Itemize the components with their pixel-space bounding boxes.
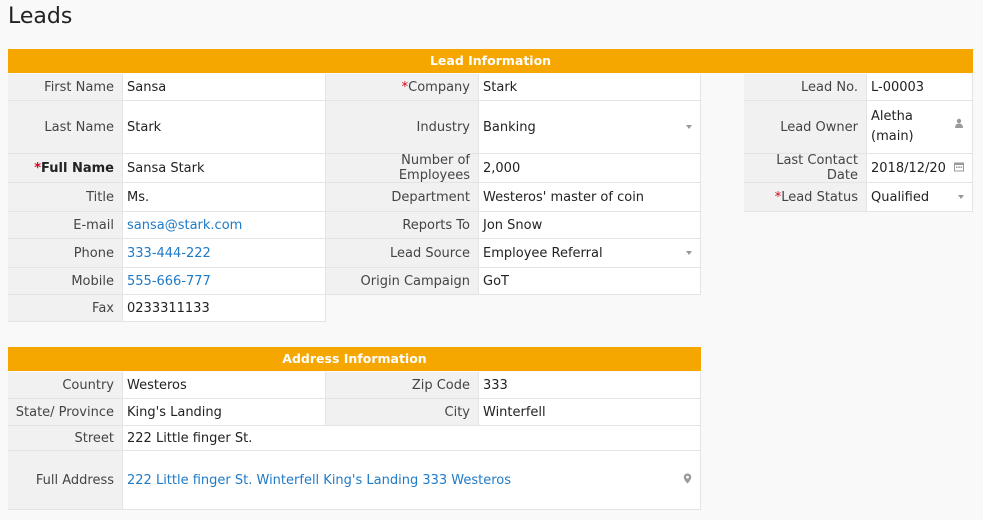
map-pin-icon[interactable]: [683, 473, 692, 487]
full-name-value[interactable]: Sansa Stark: [123, 154, 326, 182]
field-label: Lead No.: [744, 74, 867, 100]
field-label: Last Contact Date: [744, 153, 867, 183]
phone-link[interactable]: 333-444-222: [123, 239, 326, 267]
origin-campaign-value[interactable]: GoT: [479, 268, 701, 294]
industry-select[interactable]: Banking: [479, 101, 701, 153]
field-country: Country Westeros: [8, 372, 326, 399]
field-fax: Fax 0233311133: [8, 295, 326, 322]
address-information-header: Address Information: [8, 347, 701, 371]
field-label: Zip Code: [326, 372, 479, 398]
owner-name: Aletha: [871, 109, 913, 124]
city-value[interactable]: Winterfell: [479, 399, 701, 425]
field-label: Title: [8, 183, 123, 211]
page-title: Leads: [8, 4, 73, 29]
field-street: Street 222 Little finger St.: [8, 426, 701, 451]
lead-source-value: Employee Referral: [483, 245, 603, 261]
company-label: Company: [408, 79, 470, 95]
field-lead-source: Lead Source Employee Referral: [326, 239, 701, 268]
employees-value[interactable]: 2,000: [479, 154, 701, 182]
lead-information-header: Lead Information: [8, 49, 973, 73]
field-email: E-mail sansa@stark.com: [8, 212, 326, 239]
chevron-down-icon[interactable]: [686, 251, 692, 255]
owner-qualifier: (main): [871, 129, 914, 144]
last-contact-date-value[interactable]: 2018/12/20: [867, 154, 973, 182]
state-province-value[interactable]: King's Landing: [123, 399, 326, 425]
field-label: Number of Employees: [326, 153, 479, 183]
last-name-value[interactable]: Stark: [123, 101, 326, 153]
field-phone: Phone 333-444-222: [8, 239, 326, 268]
field-label: Lead Owner: [744, 101, 867, 153]
field-label: E-mail: [8, 212, 123, 238]
field-label: Mobile: [8, 268, 123, 294]
field-label: Lead Source: [326, 239, 479, 267]
lead-status-select[interactable]: Qualified: [867, 183, 973, 211]
mobile-link[interactable]: 555-666-777: [123, 268, 326, 294]
field-industry: Industry Banking: [326, 101, 701, 154]
email-link[interactable]: sansa@stark.com: [123, 212, 326, 238]
field-label: Last Name: [8, 101, 123, 153]
full-address-value[interactable]: 222 Little finger St. Winterfell King's …: [123, 451, 701, 509]
chevron-down-icon[interactable]: [686, 125, 692, 129]
field-lead-owner: Lead Owner Aletha (main): [744, 101, 973, 154]
field-zip-code: Zip Code 333: [326, 372, 701, 399]
reports-to-value[interactable]: Jon Snow: [479, 212, 701, 238]
first-name-value[interactable]: Sansa: [123, 74, 326, 100]
lead-status-value: Qualified: [871, 189, 930, 205]
chevron-down-icon[interactable]: [958, 195, 964, 199]
required-mark: *: [34, 160, 42, 176]
date-text: 2018/12/20: [871, 160, 946, 176]
field-label: Full Address: [8, 451, 123, 509]
field-full-name: * Full Name Sansa Stark: [8, 154, 326, 183]
field-origin-campaign: Origin Campaign GoT: [326, 268, 701, 295]
country-value[interactable]: Westeros: [123, 372, 326, 398]
department-value[interactable]: Westeros' master of coin: [479, 183, 701, 211]
field-last-name: Last Name Stark: [8, 101, 326, 154]
lead-owner-value[interactable]: Aletha (main): [867, 101, 973, 153]
street-value[interactable]: 222 Little finger St.: [123, 426, 701, 450]
lead-source-select[interactable]: Employee Referral: [479, 239, 701, 267]
field-city: City Winterfell: [326, 399, 701, 426]
full-name-label: Full Name: [41, 160, 114, 176]
title-value[interactable]: Ms.: [123, 183, 326, 211]
field-label: State/ Province: [8, 399, 123, 425]
field-label: Fax: [8, 295, 123, 321]
field-label: * Full Name: [8, 154, 123, 182]
field-mobile: Mobile 555-666-777: [8, 268, 326, 295]
field-label: Industry: [326, 101, 479, 153]
field-label: Department: [326, 183, 479, 211]
calendar-icon[interactable]: [954, 162, 964, 175]
field-label: Street: [8, 426, 123, 450]
field-label: Origin Campaign: [326, 268, 479, 294]
industry-value: Banking: [483, 119, 536, 135]
field-lead-status: * Lead Status Qualified: [744, 183, 973, 212]
field-title: Title Ms.: [8, 183, 326, 212]
field-lead-no: Lead No. L-00003: [744, 74, 973, 101]
field-first-name: First Name Sansa: [8, 74, 326, 101]
zip-code-value[interactable]: 333: [479, 372, 701, 398]
lead-no-value[interactable]: L-00003: [867, 74, 973, 100]
lead-status-label: Lead Status: [781, 189, 858, 205]
full-address-link[interactable]: 222 Little finger St. Winterfell King's …: [127, 473, 511, 488]
field-label: Country: [8, 372, 123, 398]
field-full-address: Full Address 222 Little finger St. Winte…: [8, 451, 701, 510]
field-label: * Company: [326, 74, 479, 100]
company-value[interactable]: Stark: [479, 74, 701, 100]
field-label: Phone: [8, 239, 123, 267]
field-last-contact-date: Last Contact Date 2018/12/20: [744, 153, 973, 183]
field-company: * Company Stark: [326, 74, 701, 101]
user-icon[interactable]: [954, 115, 964, 135]
field-label: Reports To: [326, 212, 479, 238]
field-state-province: State/ Province King's Landing: [8, 399, 326, 426]
field-reports-to: Reports To Jon Snow: [326, 212, 701, 239]
fax-value[interactable]: 0233311133: [123, 295, 326, 321]
field-number-of-employees: Number of Employees 2,000: [326, 153, 701, 183]
field-department: Department Westeros' master of coin: [326, 183, 701, 212]
field-label: City: [326, 399, 479, 425]
field-label: First Name: [8, 74, 123, 100]
field-label: * Lead Status: [744, 183, 867, 211]
